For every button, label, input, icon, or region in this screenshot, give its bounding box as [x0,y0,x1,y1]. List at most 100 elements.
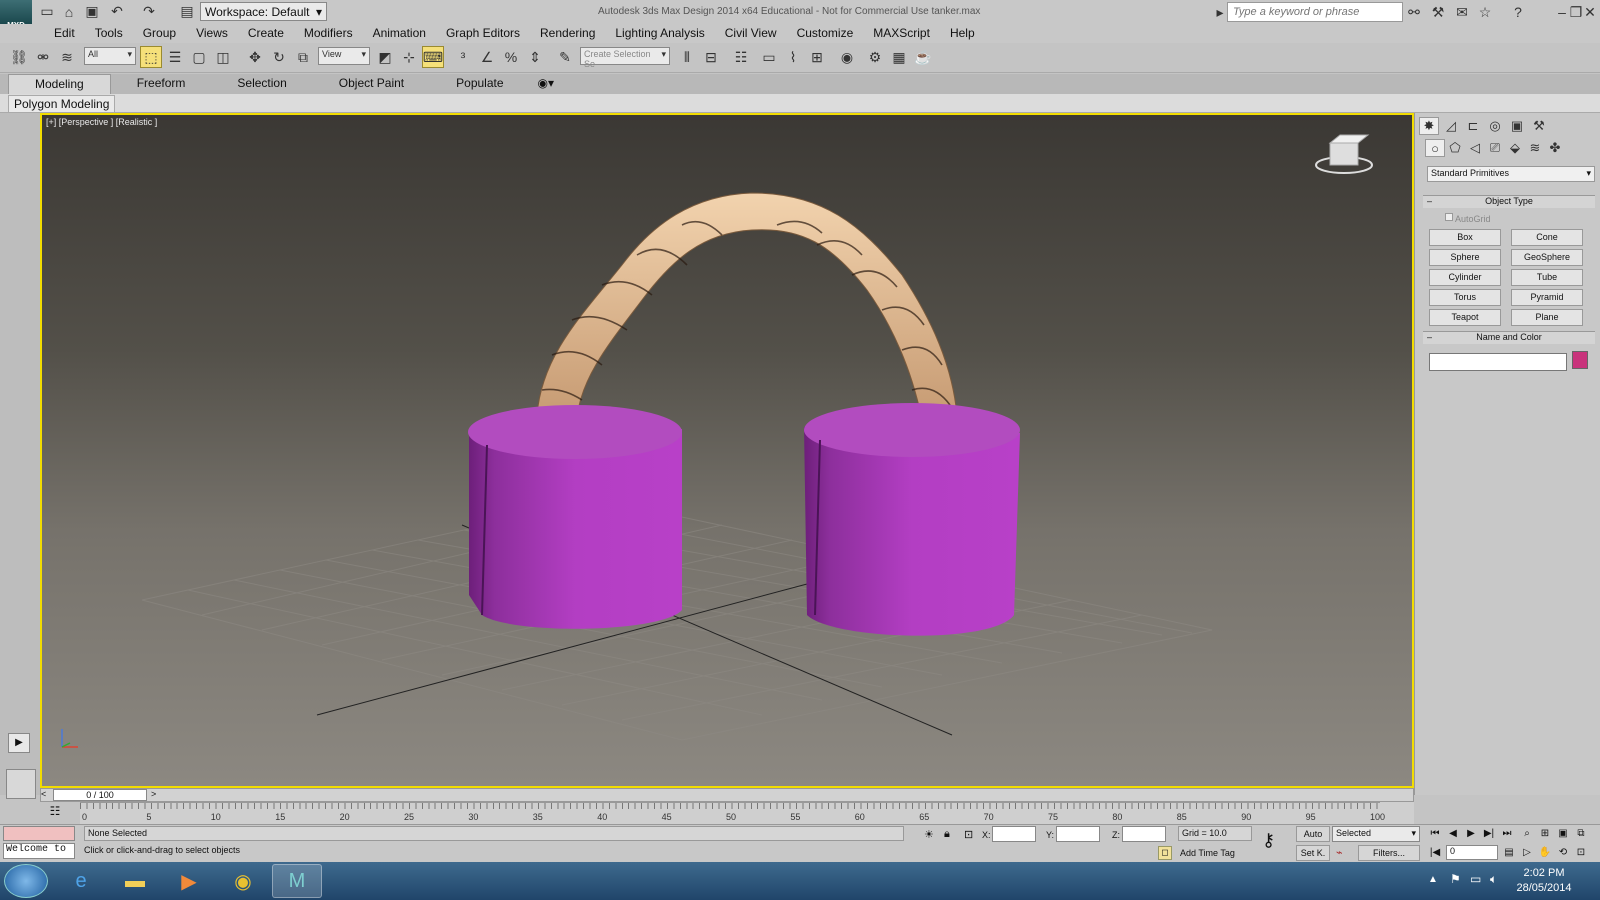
network-icon[interactable]: ▭ [1470,872,1481,886]
tab-modeling[interactable]: Modeling [8,74,111,94]
pivot-center-icon[interactable]: ◩ [374,46,396,68]
modify-tab-icon[interactable]: ◿ [1441,117,1461,135]
hierarchy-tab-icon[interactable]: ⊏ [1463,117,1483,135]
zoom-all-icon[interactable]: ⊞ [1538,826,1552,840]
play-panel-icon[interactable]: ▶ [8,733,30,753]
key-filter-select[interactable]: Selected ▾ [1332,826,1420,842]
open-file-icon[interactable]: ⌂ [60,3,78,20]
torus-button[interactable]: Torus [1429,289,1501,306]
project-folder-icon[interactable]: ▤ [178,3,196,20]
internet-explorer-icon[interactable]: e [56,864,106,898]
file-explorer-icon[interactable]: ▬ [110,864,160,898]
auto-key-button[interactable]: Auto [1296,826,1330,842]
menu-help[interactable]: Help [940,24,985,43]
minimize-icon[interactable]: – [1555,3,1569,21]
menu-modifiers[interactable]: Modifiers [294,24,363,43]
reference-coordinate-select[interactable]: View ▾ [318,47,370,65]
unlink-icon[interactable]: ⚮ [32,46,54,68]
motion-tab-icon[interactable]: ◎ [1485,117,1505,135]
geometry-category-icon[interactable]: ○ [1425,139,1445,157]
media-player-icon[interactable]: ▶ [164,864,214,898]
space-warps-category-icon[interactable]: ≋ [1525,139,1545,157]
tab-populate[interactable]: Populate [430,74,529,94]
rendered-frame-window-icon[interactable]: ▦ [888,46,910,68]
primitive-category-select[interactable]: Standard Primitives ▾ [1427,166,1595,182]
go-to-end-icon[interactable]: ⏭ [1500,826,1514,840]
render-setup-icon[interactable]: ⚙ [864,46,886,68]
rotate-icon[interactable]: ↻ [268,46,290,68]
tab-object-paint[interactable]: Object Paint [313,74,430,94]
teapot-button[interactable]: Teapot [1429,309,1501,326]
select-manipulate-icon[interactable]: ⊹ [398,46,420,68]
menu-maxscript[interactable]: MAXScript [863,24,940,43]
favorites-star-icon[interactable]: ☆ [1475,3,1495,21]
help-icon[interactable]: ? [1508,3,1528,21]
angle-snap-icon[interactable]: ∠ [476,46,498,68]
welcome-text[interactable]: Welcome to [3,843,75,859]
go-to-start-icon[interactable]: ⏮ [1428,826,1442,840]
selection-lock-icon[interactable]: 🔒︎ [944,828,950,841]
menu-views[interactable]: Views [186,24,238,43]
add-time-tag[interactable]: Add Time Tag [1180,848,1235,858]
link-icon[interactable]: ⛓ [8,46,30,68]
close-icon[interactable]: ✕ [1583,3,1597,21]
keyboard-shortcut-override-icon[interactable]: ⌨ [422,46,444,68]
tube-button[interactable]: Tube [1511,269,1583,286]
zoom-extents-icon[interactable]: ▣ [1556,826,1570,840]
named-selection-set-select[interactable]: Create Selection Se ▾ [580,47,670,69]
tab-freeform[interactable]: Freeform [111,74,212,94]
window-crossing-icon[interactable]: ◫ [212,46,234,68]
menu-edit[interactable]: Edit [44,24,85,43]
move-icon[interactable]: ✥ [244,46,266,68]
create-tab-icon[interactable]: ✸ [1419,117,1439,135]
sphere-button[interactable]: Sphere [1429,249,1501,266]
workspace-select[interactable]: Workspace: Default ▾ [200,2,327,21]
object-type-rollout-header[interactable]: – Object Type [1423,195,1595,208]
menu-customize[interactable]: Customize [787,24,864,43]
new-file-icon[interactable]: ▭ [38,3,56,20]
3ds-max-taskbar-icon[interactable]: M [272,864,322,898]
binoculars-icon[interactable]: ⚯ [1404,3,1424,21]
schematic-view-icon[interactable]: ⊞ [806,46,828,68]
align-icon[interactable]: ⊟ [700,46,722,68]
shapes-category-icon[interactable]: ⬠ [1445,139,1465,157]
geosphere-button[interactable]: GeoSphere [1511,249,1583,266]
cylinder-button[interactable]: Cylinder [1429,269,1501,286]
selection-filter-select[interactable]: All ▾ [84,47,136,65]
graphite-ribbon-icon[interactable]: ▭ [758,46,780,68]
show-hidden-icons-icon[interactable]: ▲ [1428,874,1438,885]
next-frame-icon[interactable]: > [151,789,156,799]
start-button-icon[interactable] [4,864,48,898]
time-slider-bar[interactable]: < 0 / 100 > [40,788,1414,802]
orbit-icon[interactable]: ⟲ [1556,845,1570,859]
volume-icon[interactable]: 🔈︎ [1490,872,1497,887]
menu-rendering[interactable]: Rendering [530,24,605,43]
edit-named-selection-icon[interactable]: ✎ [554,46,576,68]
restore-icon[interactable]: ❐ [1569,3,1583,21]
select-object-icon[interactable]: ⬚ [140,46,162,68]
plane-button[interactable]: Plane [1511,309,1583,326]
spinner-snap-icon[interactable]: ⇕ [524,46,546,68]
z-coordinate-field[interactable] [1122,826,1166,842]
rectangular-selection-icon[interactable]: ▢ [188,46,210,68]
curve-editor-toggle-icon[interactable]: ☷ [44,804,66,822]
key-mode-icon[interactable]: |◀ [1428,845,1442,859]
menu-civil-view[interactable]: Civil View [715,24,787,43]
box-button[interactable]: Box [1429,229,1501,246]
ribbon-options-icon[interactable]: ◉▾ [530,74,563,94]
key-filters-button[interactable]: Filters... [1358,845,1420,861]
maxscript-listener-mini[interactable] [3,826,75,841]
object-color-swatch[interactable] [1572,351,1588,369]
current-frame-field[interactable]: 0 [1446,845,1498,860]
maximize-viewport-icon[interactable]: ⧉ [1574,826,1588,840]
polygon-modeling-panel[interactable]: Polygon Modeling [8,95,116,113]
perspective-viewport[interactable]: [+] [Perspective ] [Realistic ] [40,113,1414,788]
absolute-mode-icon[interactable]: ⊡ [964,828,973,841]
undo-icon[interactable]: ↶ [108,3,126,20]
time-slider-thumb[interactable]: 0 / 100 [53,789,147,801]
pyramid-button[interactable]: Pyramid [1511,289,1583,306]
scale-icon[interactable]: ⧉ [292,46,314,68]
time-tag-icon[interactable]: ◻ [1158,846,1172,860]
redo-icon[interactable]: ↷ [140,3,158,20]
field-of-view-icon[interactable]: ▷ [1520,845,1534,859]
